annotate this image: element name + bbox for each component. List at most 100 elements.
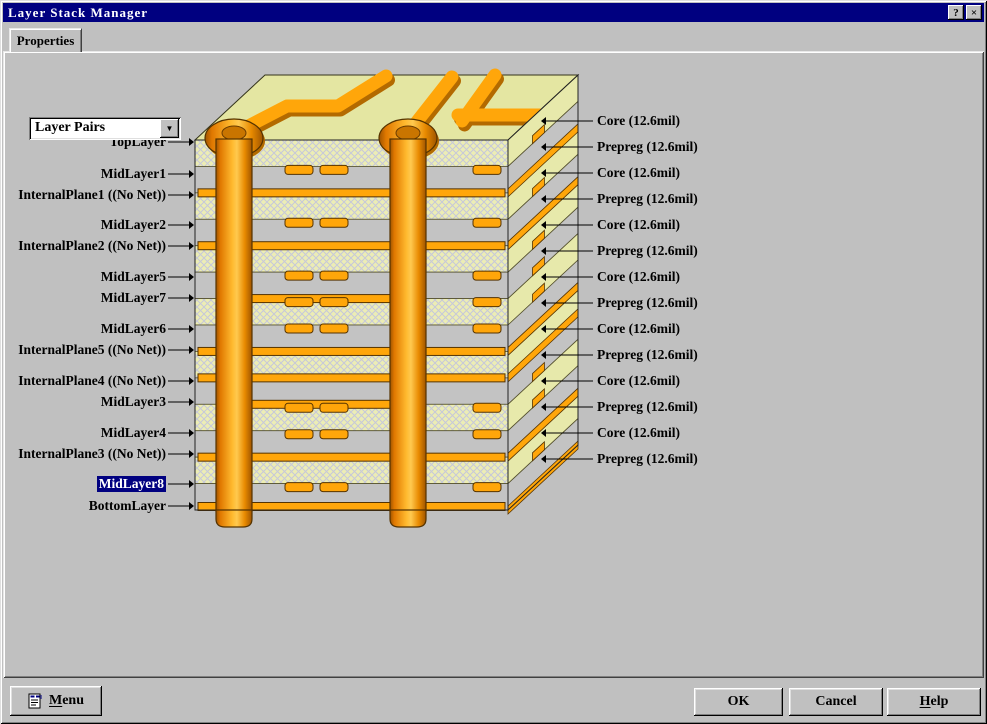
tab-properties-label: Properties bbox=[17, 33, 75, 49]
dielectric-label: Core (12.6mil) bbox=[597, 113, 680, 129]
arrow-right-icon bbox=[168, 376, 194, 386]
arrow-right-icon bbox=[168, 272, 194, 282]
help-button[interactable]: Help bbox=[887, 688, 981, 716]
dielectric-label: Core (12.6mil) bbox=[597, 269, 680, 285]
dielectric-row: Core (12.6mil) bbox=[541, 164, 680, 182]
arrow-right-icon bbox=[168, 428, 194, 438]
help-titlebar-button[interactable]: ? bbox=[948, 5, 964, 20]
arrow-right-icon bbox=[168, 479, 194, 489]
arrow-left-icon bbox=[541, 142, 593, 152]
layer-name[interactable]: MidLayer6 bbox=[101, 321, 166, 337]
dielectric-row: Core (12.6mil) bbox=[541, 372, 680, 390]
tab-properties[interactable]: Properties bbox=[9, 28, 82, 52]
dielectric-label: Prepreg (12.6mil) bbox=[597, 399, 698, 415]
layer-row-internalplane5[interactable]: InternalPlane5 ((No Net)) bbox=[18, 341, 194, 359]
arrow-right-icon bbox=[168, 397, 194, 407]
layer-row-midlayer6[interactable]: MidLayer6 bbox=[18, 320, 194, 338]
window-title: Layer Stack Manager bbox=[8, 5, 148, 21]
arrow-left-icon bbox=[541, 350, 593, 360]
layer-row-midlayer8[interactable]: MidLayer8 bbox=[18, 475, 194, 493]
layer-name[interactable]: MidLayer4 bbox=[101, 425, 166, 441]
dielectric-label: Prepreg (12.6mil) bbox=[597, 191, 698, 207]
layer-pairs-dropdown[interactable]: Layer Pairs ▼ bbox=[29, 117, 181, 140]
arrow-right-icon bbox=[168, 501, 194, 511]
dielectric-row: Prepreg (12.6mil) bbox=[541, 294, 698, 312]
layer-row-midlayer4[interactable]: MidLayer4 bbox=[18, 424, 194, 442]
layer-stack-manager-dialog: Layer Stack Manager ? × Properties ... T… bbox=[0, 0, 987, 724]
layer-name[interactable]: MidLayer5 bbox=[101, 269, 166, 285]
arrow-left-icon bbox=[541, 298, 593, 308]
dielectric-row: Prepreg (12.6mil) bbox=[541, 190, 698, 208]
layer-row-internalplane3[interactable]: InternalPlane3 ((No Net)) bbox=[18, 445, 194, 463]
arrow-left-icon bbox=[541, 402, 593, 412]
dielectric-row: Prepreg (12.6mil) bbox=[541, 450, 698, 468]
arrow-left-icon bbox=[541, 428, 593, 438]
layer-name[interactable]: InternalPlane4 ((No Net)) bbox=[18, 373, 166, 389]
titlebar[interactable]: Layer Stack Manager ? × bbox=[3, 3, 984, 22]
layer-name[interactable]: BottomLayer bbox=[89, 498, 166, 514]
arrow-right-icon bbox=[168, 220, 194, 230]
ok-button[interactable]: OK bbox=[694, 688, 783, 716]
layer-name-selected[interactable]: MidLayer8 bbox=[97, 476, 166, 492]
arrow-left-icon bbox=[541, 272, 593, 282]
layer-name[interactable]: InternalPlane3 ((No Net)) bbox=[18, 446, 166, 462]
dielectric-label: Core (12.6mil) bbox=[597, 165, 680, 181]
chevron-down-icon[interactable]: ▼ bbox=[160, 119, 179, 138]
layer-row-internalplane2[interactable]: InternalPlane2 ((No Net)) bbox=[18, 237, 194, 255]
dielectric-label: Prepreg (12.6mil) bbox=[597, 451, 698, 467]
layer-row-midlayer2[interactable]: MidLayer2 bbox=[18, 216, 194, 234]
arrow-right-icon bbox=[168, 293, 194, 303]
layer-row-midlayer5[interactable]: MidLayer5 bbox=[18, 268, 194, 286]
dielectric-label: Prepreg (12.6mil) bbox=[597, 139, 698, 155]
layer-name[interactable]: MidLayer2 bbox=[101, 217, 166, 233]
dielectric-label: Prepreg (12.6mil) bbox=[597, 347, 698, 363]
dielectric-row: Core (12.6mil) bbox=[541, 320, 680, 338]
layer-name[interactable]: InternalPlane5 ((No Net)) bbox=[18, 342, 166, 358]
layer-name[interactable]: MidLayer1 bbox=[101, 166, 166, 182]
layer-name[interactable]: InternalPlane1 ((No Net)) bbox=[18, 187, 166, 203]
layer-name[interactable]: MidLayer3 bbox=[101, 394, 166, 410]
arrow-left-icon bbox=[541, 116, 593, 126]
arrow-left-icon bbox=[541, 324, 593, 334]
arrow-right-icon bbox=[168, 241, 194, 251]
arrow-right-icon bbox=[168, 324, 194, 334]
dielectric-label: Core (12.6mil) bbox=[597, 217, 680, 233]
dielectric-row: Prepreg (12.6mil) bbox=[541, 346, 698, 364]
arrow-right-icon bbox=[168, 169, 194, 179]
layer-row-internalplane1[interactable]: InternalPlane1 ((No Net)) bbox=[18, 186, 194, 204]
menu-icon bbox=[28, 693, 43, 709]
dielectric-label: Core (12.6mil) bbox=[597, 373, 680, 389]
layer-stack-3d-graphic bbox=[190, 55, 590, 535]
layer-row-bottomlayer[interactable]: BottomLayer bbox=[18, 497, 194, 515]
arrow-left-icon bbox=[541, 376, 593, 386]
layer-pairs-value: Layer Pairs bbox=[35, 120, 105, 136]
dielectric-label: Prepreg (12.6mil) bbox=[597, 295, 698, 311]
layer-row-midlayer3[interactable]: MidLayer3 bbox=[18, 393, 194, 411]
layer-row-midlayer1[interactable]: MidLayer1 bbox=[18, 165, 194, 183]
layer-row-midlayer7[interactable]: MidLayer7 bbox=[18, 289, 194, 307]
arrow-right-icon bbox=[168, 345, 194, 355]
arrow-left-icon bbox=[541, 168, 593, 178]
layer-name[interactable]: MidLayer7 bbox=[101, 290, 166, 306]
dielectric-row: Prepreg (12.6mil) bbox=[541, 398, 698, 416]
dielectric-label: Prepreg (12.6mil) bbox=[597, 243, 698, 259]
dielectric-row: Prepreg (12.6mil) bbox=[541, 138, 698, 156]
dielectric-label: Core (12.6mil) bbox=[597, 425, 680, 441]
dielectric-row: Core (12.6mil) bbox=[541, 112, 680, 130]
arrow-right-icon bbox=[168, 190, 194, 200]
arrow-left-icon bbox=[541, 220, 593, 230]
arrow-right-icon bbox=[168, 449, 194, 459]
menu-button[interactable]: Menu bbox=[10, 686, 102, 716]
cancel-button[interactable]: Cancel bbox=[789, 688, 883, 716]
arrow-left-icon bbox=[541, 246, 593, 256]
layer-row-internalplane4[interactable]: InternalPlane4 ((No Net)) bbox=[18, 372, 194, 390]
menu-button-label: Menu bbox=[49, 693, 84, 709]
arrow-left-icon bbox=[541, 194, 593, 204]
close-icon[interactable]: × bbox=[966, 5, 982, 20]
arrow-left-icon bbox=[541, 454, 593, 464]
layer-name[interactable]: InternalPlane2 ((No Net)) bbox=[18, 238, 166, 254]
dielectric-row: Core (12.6mil) bbox=[541, 268, 680, 286]
dielectric-row: Core (12.6mil) bbox=[541, 424, 680, 442]
dielectric-row: Core (12.6mil) bbox=[541, 216, 680, 234]
dielectric-label: Core (12.6mil) bbox=[597, 321, 680, 337]
